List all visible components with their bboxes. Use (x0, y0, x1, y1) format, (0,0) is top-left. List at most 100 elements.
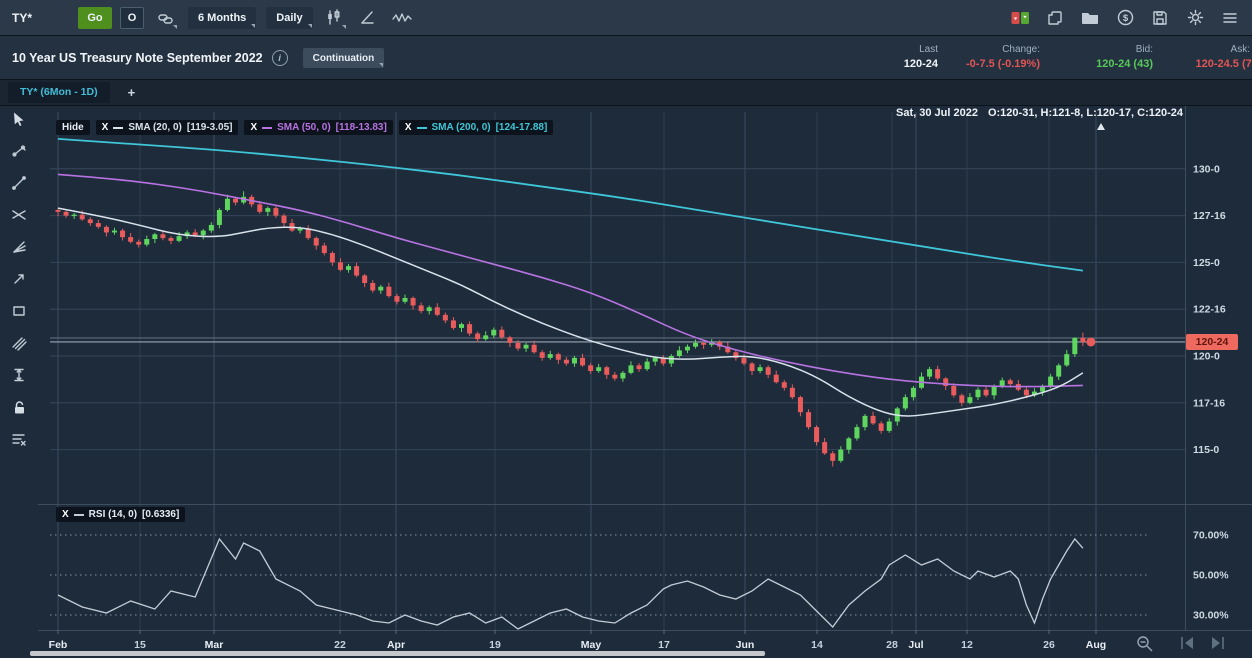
range-dropdown[interactable]: 6 Months (188, 7, 256, 29)
go-to-end-icon[interactable] (1212, 637, 1223, 649)
clear-drawings-icon[interactable] (8, 428, 30, 450)
svg-text:19: 19 (489, 639, 501, 651)
bottom-chart-controls (1138, 637, 1223, 651)
legend-sma50: X SMA (50, 0) [118-13.83] (244, 120, 392, 135)
svg-text:$: $ (1122, 13, 1128, 24)
svg-text:130-0: 130-0 (1193, 163, 1220, 175)
chevron-down-icon (308, 24, 312, 28)
svg-text:May: May (581, 639, 602, 651)
trendline-tool-icon[interactable] (8, 172, 30, 194)
legend-hide-button[interactable]: Hide (56, 120, 90, 135)
chevron-down-icon (379, 63, 383, 67)
legend-line-sample (262, 127, 272, 129)
buy-sell-icon[interactable] (1010, 8, 1030, 28)
top-toolbar: TY* Go O 6 Months Daily $ (0, 0, 1252, 36)
legend-series-value: [119-3.05] (187, 122, 233, 133)
parallel-lines-tool-icon[interactable] (8, 332, 30, 354)
symbol-input[interactable]: TY* (12, 11, 74, 25)
candlestick-series (56, 191, 1096, 466)
legend-line-sample (417, 127, 427, 129)
quote-bar: 10 Year US Treasury Note September 2022 … (0, 36, 1252, 80)
legend-series-name: RSI (14, 0) (89, 509, 137, 520)
chart-tab[interactable]: TY* (6Mon - 1D) (8, 82, 110, 103)
svg-text:26: 26 (1043, 639, 1055, 651)
legend-sma200: X SMA (200, 0) [124-17.88] (399, 120, 553, 135)
indicators-icon[interactable] (389, 6, 415, 30)
legend-series-value: [124-17.88] (496, 122, 548, 133)
period-dropdown[interactable]: Daily (266, 7, 312, 29)
compare-instruments-icon[interactable] (152, 6, 178, 30)
info-icon[interactable]: i (272, 50, 288, 66)
continuation-dropdown[interactable]: Continuation (303, 48, 385, 68)
range-label: 6 Months (198, 12, 246, 24)
folder-icon[interactable] (1080, 8, 1100, 28)
sma200-line (58, 139, 1083, 271)
crossline-tool-icon[interactable] (8, 204, 30, 226)
legend-close-button[interactable]: X (405, 122, 412, 133)
quote-ask: Ask: 120-24.5 (719 (1196, 42, 1252, 72)
orders-button[interactable]: O (120, 7, 144, 29)
legend-series-name: SMA (200, 0) (432, 122, 491, 133)
drawing-toolbar (0, 108, 38, 450)
continuation-label: Continuation (313, 53, 375, 64)
polyline-tool-icon[interactable] (8, 140, 30, 162)
legend-close-button[interactable]: X (102, 122, 109, 133)
quote-bid: Bid: 120-24 (43) (1096, 42, 1153, 72)
hover-candle-caret (1097, 123, 1105, 130)
sma20-line (58, 208, 1083, 416)
cursor-tool-icon[interactable] (8, 108, 30, 130)
menu-icon[interactable] (1220, 8, 1240, 28)
svg-text:Aug: Aug (1086, 639, 1106, 651)
instrument-title: 10 Year US Treasury Note September 2022 (12, 51, 263, 65)
toolbar-right-icons: $ (1010, 8, 1240, 28)
lock-icon[interactable] (8, 396, 30, 418)
playback-strip[interactable] (30, 651, 765, 656)
svg-text:Jun: Jun (736, 639, 755, 651)
svg-text:30.00%: 30.00% (1193, 610, 1229, 622)
chart-style-icon[interactable] (321, 6, 347, 30)
go-button[interactable]: Go (78, 7, 112, 29)
svg-text:70.00%: 70.00% (1193, 530, 1229, 542)
sma50-line (58, 174, 1083, 386)
quote-last: Last 120-24 (904, 42, 938, 72)
tab-bar: TY* (6Mon - 1D) + (0, 80, 1252, 106)
dollar-icon[interactable]: $ (1115, 8, 1135, 28)
quote-change: Change: -0-7.5 (-0.19%) (966, 42, 1040, 72)
chevron-down-icon (342, 25, 346, 29)
svg-text:17: 17 (658, 639, 670, 651)
svg-text:22: 22 (334, 639, 346, 651)
ohlc-date: Sat, 30 Jul 2022 (896, 107, 978, 119)
fan-tool-icon[interactable] (8, 236, 30, 258)
zoom-out-icon[interactable] (1138, 637, 1152, 651)
period-label: Daily (276, 12, 302, 24)
legend-close-button[interactable]: X (62, 509, 69, 520)
ohlc-values: O:120-31, H:121-8, L:120-17, C:120-24 (988, 107, 1183, 119)
legend-series-name: SMA (20, 0) (128, 122, 182, 133)
add-tab-button[interactable]: + (128, 85, 136, 100)
svg-text:50.00%: 50.00% (1193, 570, 1229, 582)
last-price-tag: 120-24 (1186, 334, 1238, 350)
svg-text:15: 15 (134, 639, 146, 651)
svg-text:117-16: 117-16 (1193, 397, 1225, 409)
svg-text:115-0: 115-0 (1193, 444, 1219, 456)
arrow-tool-icon[interactable] (8, 268, 30, 290)
rsi-legend-chip: X RSI (14, 0) [0.6336] (56, 507, 185, 522)
svg-text:Feb: Feb (49, 639, 68, 651)
svg-text:14: 14 (811, 639, 823, 651)
rectangle-tool-icon[interactable] (8, 300, 30, 322)
go-to-start-icon[interactable] (1182, 637, 1193, 649)
copy-icon[interactable] (1045, 8, 1065, 28)
svg-text:125-0: 125-0 (1193, 257, 1220, 269)
svg-text:Jul: Jul (908, 639, 923, 651)
save-icon[interactable] (1150, 8, 1170, 28)
angle-tool-icon[interactable] (355, 6, 381, 30)
svg-text:120-0: 120-0 (1193, 351, 1220, 363)
legend-sma20: X SMA (20, 0) [119-3.05] (96, 120, 239, 135)
svg-text:28: 28 (886, 639, 898, 651)
gear-icon[interactable] (1185, 8, 1205, 28)
svg-text:Apr: Apr (387, 639, 405, 651)
last-price-line (50, 338, 1185, 342)
measure-tool-icon[interactable] (8, 364, 30, 386)
svg-text:Mar: Mar (205, 639, 224, 651)
legend-close-button[interactable]: X (250, 122, 257, 133)
